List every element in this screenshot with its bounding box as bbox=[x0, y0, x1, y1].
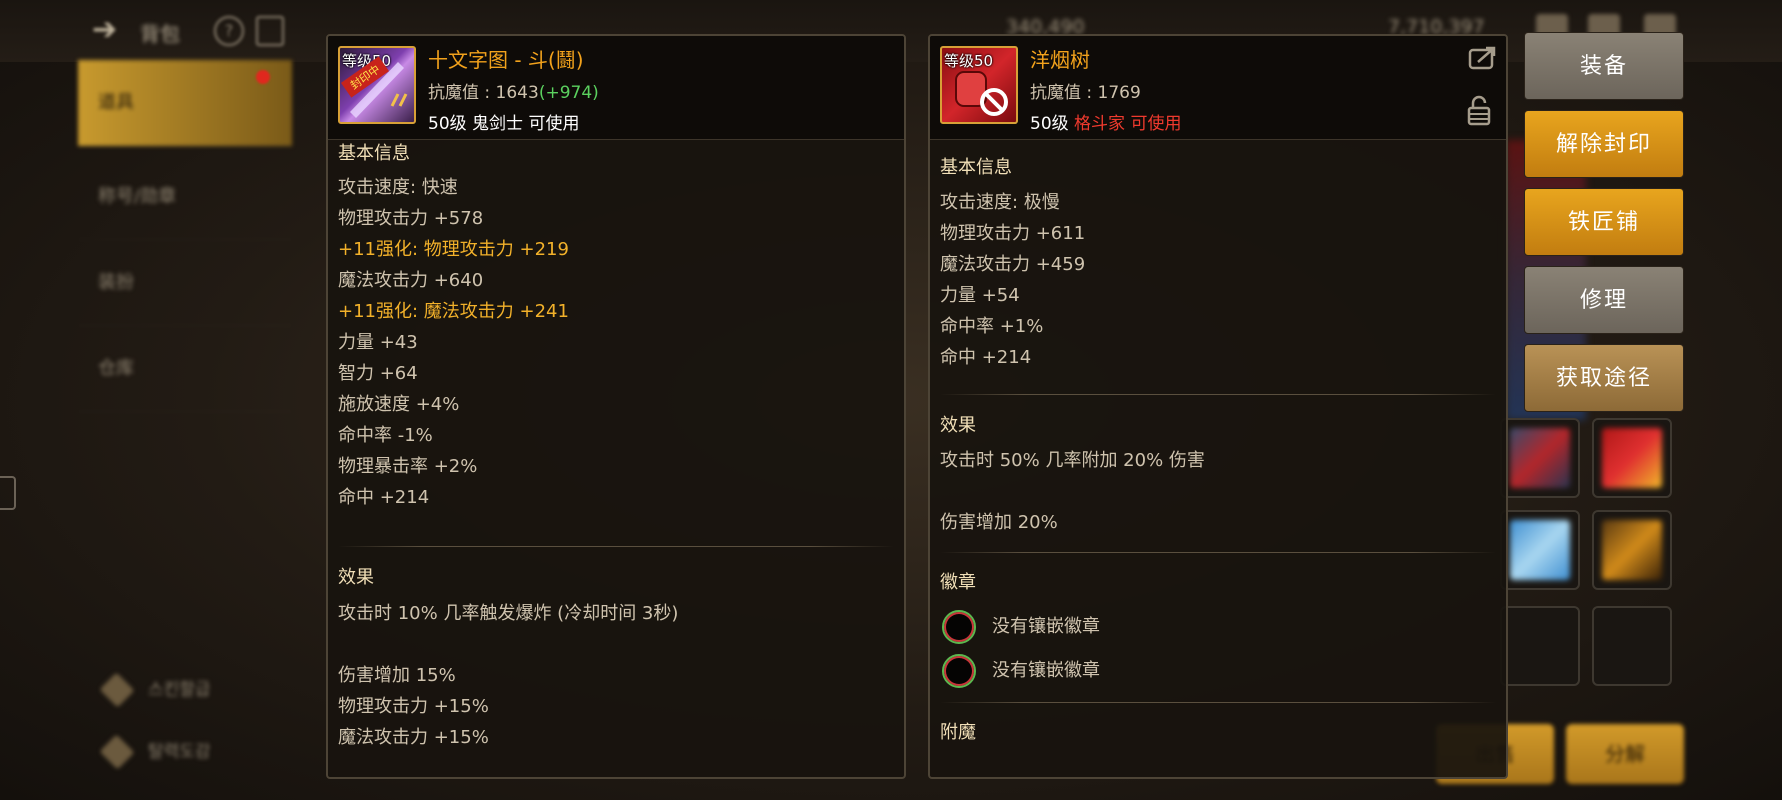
sidebar-bottom-codex[interactable]: 탈력도감 bbox=[100, 734, 211, 770]
tooltip-header: 等级50 封印中 十文字图 - 斗(鬪) 抗魔值 : 1643(+974) 50… bbox=[328, 36, 904, 140]
sidebar-item-storage[interactable]: 仓库 bbox=[78, 326, 292, 412]
stat-line: 命中率 +1% bbox=[940, 316, 1044, 337]
sidebar-item-titles[interactable]: 称号/勋章 bbox=[78, 154, 292, 240]
effect-title: 效果 bbox=[338, 567, 374, 588]
emblem-slot-label: 没有镶嵌徽章 bbox=[992, 616, 1100, 637]
unseal-button[interactable]: 解除封印 bbox=[1524, 110, 1684, 178]
icon-level-label: 等级50 bbox=[944, 52, 994, 70]
edge-handle[interactable] bbox=[0, 476, 16, 510]
enchant-title: 附魔 bbox=[940, 722, 976, 743]
stat-line: 物理攻击力 +578 bbox=[338, 208, 484, 229]
item-tooltip-right: 等级50 洋烟树 抗魔值 : 1769 50级 格斗家 可使用 基本信息 攻击速… bbox=[928, 34, 1508, 779]
stat-line: 力量 +54 bbox=[940, 285, 1020, 306]
acquire-route-button[interactable]: 获取途径 bbox=[1524, 344, 1684, 412]
disassemble-button[interactable]: 分解 bbox=[1566, 724, 1684, 784]
emblem-socket-icon bbox=[942, 610, 976, 644]
divider bbox=[940, 552, 1496, 553]
enhance-line: +11强化: 魔法攻击力 +241 bbox=[338, 301, 569, 322]
stat-line: 智力 +64 bbox=[338, 363, 418, 384]
resist-label: 抗魔值 : 1643 bbox=[428, 83, 539, 103]
stat-line: 力量 +43 bbox=[338, 332, 418, 353]
emblem-slot-label: 没有镶嵌徽章 bbox=[992, 660, 1100, 681]
resist-bonus: (+974) bbox=[538, 83, 599, 103]
lock-icon[interactable] bbox=[1466, 94, 1496, 126]
item-name: 十文字图 - 斗(鬪) bbox=[428, 48, 584, 72]
inventory-slot[interactable] bbox=[1592, 510, 1672, 590]
effect-line: 攻击时 10% 几率触发爆炸 (冷却时间 3秒) bbox=[338, 603, 679, 624]
stat-line: 命中 +214 bbox=[940, 347, 1032, 368]
page-title: 背包 bbox=[140, 22, 180, 46]
item-name: 洋烟树 bbox=[1030, 48, 1090, 72]
resist-value: 抗魔值 : 1769 bbox=[1030, 83, 1141, 103]
requirement: 50级 鬼剑士 可使用 bbox=[428, 109, 579, 134]
repair-button[interactable]: 修理 bbox=[1524, 266, 1684, 334]
blacksmith-button[interactable]: 铁匠铺 bbox=[1524, 188, 1684, 256]
sidebar-item-avatar[interactable]: 装扮 bbox=[78, 240, 292, 326]
notification-dot bbox=[256, 70, 270, 84]
inventory-slot[interactable] bbox=[1500, 606, 1580, 686]
resist-value: 抗魔值 : 1643(+974) bbox=[428, 78, 599, 103]
help-icon[interactable]: ? bbox=[214, 16, 244, 46]
glove-icon: 等级50 bbox=[940, 46, 1018, 124]
req-level: 50级 bbox=[428, 114, 467, 134]
stat-line: 魔法攻击力 +640 bbox=[338, 270, 484, 291]
stat-line: 魔法攻击力 +459 bbox=[940, 254, 1086, 275]
enhance-line: +11强化: 物理攻击力 +219 bbox=[338, 239, 569, 260]
stat-line: 物理暴击率 +2% bbox=[338, 456, 478, 477]
share-icon[interactable] bbox=[1468, 44, 1498, 72]
requirement: 50级 格斗家 可使用 bbox=[1030, 109, 1181, 134]
emblem-title: 徽章 bbox=[940, 572, 976, 593]
effect-title: 效果 bbox=[940, 415, 976, 436]
stat-line: 命中率 -1% bbox=[338, 425, 433, 446]
emblem-socket-icon bbox=[942, 654, 976, 688]
req-class: 格斗家 可使用 bbox=[1074, 114, 1182, 134]
basic-info-title: 基本信息 bbox=[338, 143, 410, 164]
inventory-slot[interactable] bbox=[1500, 418, 1580, 498]
effect-line: 物理攻击力 +15% bbox=[338, 696, 489, 717]
effect-line: 伤害增加 20% bbox=[940, 512, 1058, 533]
sidebar-bottom-skin[interactable]: 스킨할급 bbox=[100, 672, 211, 708]
basic-info-title: 基本信息 bbox=[940, 157, 1012, 178]
tooltip-header: 等级50 洋烟树 抗魔值 : 1769 50级 格斗家 可使用 bbox=[930, 36, 1506, 140]
stat-line: 攻击速度: 快速 bbox=[338, 177, 458, 198]
item-tooltip-left: 等级50 封印中 十文字图 - 斗(鬪) 抗魔值 : 1643(+974) 50… bbox=[326, 34, 906, 779]
weapon-icon: 等级50 封印中 bbox=[338, 46, 416, 124]
back-arrow-icon[interactable]: ➔ bbox=[92, 12, 128, 48]
inventory-slot[interactable] bbox=[1592, 606, 1672, 686]
divider bbox=[338, 546, 894, 547]
stat-line: 施放速度 +4% bbox=[338, 394, 460, 415]
req-class: 鬼剑士 可使用 bbox=[472, 114, 580, 134]
stat-line: 命中 +214 bbox=[338, 487, 430, 508]
inventory-slot[interactable] bbox=[1500, 510, 1580, 590]
divider bbox=[940, 702, 1496, 703]
effect-line: 伤害增加 15% bbox=[338, 665, 456, 686]
req-level: 50级 bbox=[1030, 114, 1069, 134]
equip-button[interactable]: 装备 bbox=[1524, 32, 1684, 100]
effect-line: 攻击时 50% 几率附加 20% 伤害 bbox=[940, 450, 1205, 471]
divider bbox=[940, 394, 1496, 395]
inventory-slot[interactable] bbox=[1592, 418, 1672, 498]
stat-line: 物理攻击力 +611 bbox=[940, 223, 1086, 244]
document-icon[interactable] bbox=[256, 16, 284, 46]
stat-line: 攻击速度: 极慢 bbox=[940, 192, 1060, 213]
effect-line: 魔法攻击力 +15% bbox=[338, 727, 489, 748]
